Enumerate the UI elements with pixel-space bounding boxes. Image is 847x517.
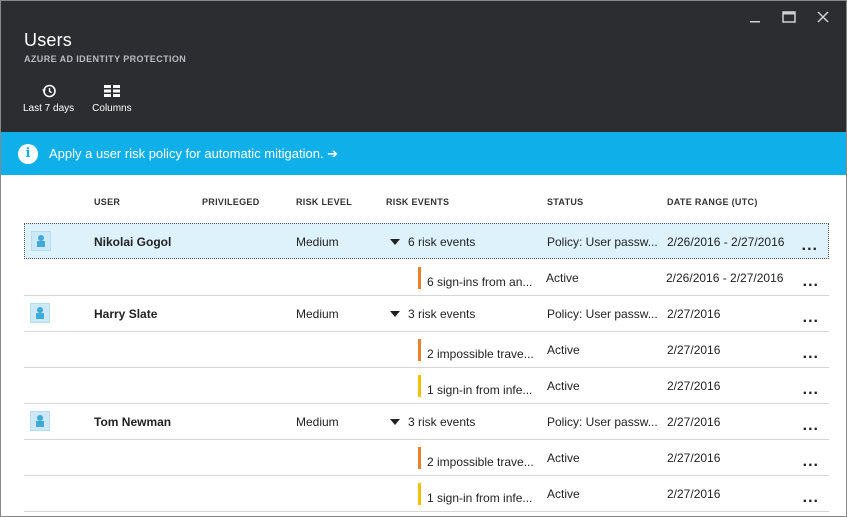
severity-bar: [418, 339, 421, 361]
status: Active: [547, 487, 580, 501]
user-name[interactable]: Tom Newman: [94, 404, 194, 440]
status: Active: [546, 271, 579, 285]
blade-header: Users AZURE AD IDENTITY PROTECTION Last …: [1, 1, 846, 132]
history-icon: [41, 83, 57, 99]
date-range: 2/26/2016 - 2/27/2016: [667, 235, 785, 249]
risk-event[interactable]: 1 sign-in from infe...: [418, 476, 540, 512]
policy-banner[interactable]: i Apply a user risk policy for automatic…: [1, 132, 846, 175]
user-avatar-icon: [31, 231, 51, 251]
users-blade: Users AZURE AD IDENTITY PROTECTION Last …: [0, 0, 847, 517]
more-options-button[interactable]: ...: [803, 368, 819, 404]
date-range: 2/27/2016: [667, 379, 721, 393]
risk-level: Medium: [296, 415, 339, 429]
status: Policy: User passw...: [547, 235, 658, 249]
risk-event-label: 6 sign-ins from an...: [427, 275, 533, 289]
time-range-label: Last 7 days: [23, 103, 75, 114]
grid-header: USER PRIVILEGED RISK LEVEL RISK EVENTS S…: [1, 197, 846, 211]
risk-event[interactable]: 6 sign-ins from an...: [418, 260, 540, 296]
banner-text: Apply a user risk policy for automatic m…: [49, 145, 339, 161]
status: Active: [547, 451, 580, 465]
risk-events-toggle[interactable]: 3 risk events: [390, 296, 540, 332]
column-header-status[interactable]: STATUS: [547, 197, 583, 207]
status: Policy: User passw...: [547, 307, 658, 321]
columns-label: Columns: [92, 103, 132, 114]
user-name[interactable]: Nikolai Gogol: [94, 224, 194, 260]
more-options-button[interactable]: ...: [803, 332, 819, 368]
info-icon: i: [18, 143, 38, 164]
risk-event-label: 1 sign-in from infe...: [427, 491, 533, 505]
minimize-icon: [750, 21, 760, 23]
column-header-privileged[interactable]: PRIVILEGED: [202, 197, 260, 207]
severity-bar: [418, 447, 421, 469]
risk-events-count: 3 risk events: [408, 415, 476, 429]
risk-events-count: 6 risk events: [408, 235, 476, 249]
date-range: 2/27/2016: [667, 487, 721, 501]
caret-down-icon: [390, 419, 400, 425]
risk-event-label: 2 impossible trave...: [427, 347, 534, 361]
column-header-user[interactable]: USER: [94, 197, 120, 207]
severity-bar: [418, 483, 421, 505]
column-header-date-range[interactable]: DATE RANGE (UTC): [667, 197, 758, 207]
table-row[interactable]: 2 impossible trave... Active 2/27/2016 .…: [24, 440, 829, 476]
minimize-button[interactable]: [738, 7, 772, 27]
caret-down-icon: [390, 311, 400, 317]
columns-button[interactable]: Columns: [90, 83, 133, 114]
columns-icon: [103, 83, 120, 99]
risk-event[interactable]: 2 impossible trave...: [418, 332, 540, 368]
window-controls: [738, 7, 840, 27]
close-button[interactable]: [806, 7, 840, 27]
date-range: 2/26/2016 - 2/27/2016: [666, 271, 784, 285]
risk-events-count: 3 risk events: [408, 307, 476, 321]
status: Active: [547, 343, 580, 357]
more-options-button[interactable]: ...: [802, 224, 818, 260]
more-options-button[interactable]: ...: [803, 260, 819, 296]
column-header-risk-level[interactable]: RISK LEVEL: [296, 197, 352, 207]
risk-level: Medium: [296, 235, 339, 249]
more-options-button[interactable]: ...: [803, 404, 819, 440]
date-range: 2/27/2016: [667, 415, 721, 429]
risk-event[interactable]: 1 sign-in from infe...: [418, 368, 540, 404]
maximize-icon: [782, 11, 796, 23]
risk-event[interactable]: 2 impossible trave...: [418, 440, 540, 476]
risk-events-toggle[interactable]: 6 risk events: [390, 224, 540, 260]
command-bar: Last 7 days Columns: [21, 83, 134, 114]
page-subtitle: AZURE AD IDENTITY PROTECTION: [24, 54, 187, 64]
more-options-button[interactable]: ...: [803, 476, 819, 512]
time-range-button[interactable]: Last 7 days: [21, 83, 76, 114]
date-range: 2/27/2016: [667, 307, 721, 321]
user-name[interactable]: Harry Slate: [94, 296, 194, 332]
severity-bar: [418, 375, 421, 397]
status: Active: [547, 379, 580, 393]
column-header-risk-events[interactable]: RISK EVENTS: [386, 197, 449, 207]
more-options-button[interactable]: ...: [803, 296, 819, 332]
page-title: Users: [24, 30, 73, 50]
table-row[interactable]: Harry Slate Medium 3 risk events Policy:…: [24, 296, 829, 332]
table-row[interactable]: 2 impossible trave... Active 2/27/2016 .…: [24, 332, 829, 368]
status: Policy: User passw...: [547, 415, 658, 429]
more-options-button[interactable]: ...: [803, 440, 819, 476]
date-range: 2/27/2016: [667, 343, 721, 357]
table-row[interactable]: 1 sign-in from infe... Active 2/27/2016 …: [24, 476, 829, 512]
maximize-button[interactable]: [772, 7, 806, 27]
risk-event-label: 2 impossible trave...: [427, 455, 534, 469]
risk-level: Medium: [296, 307, 339, 321]
table-row[interactable]: 1 sign-in from infe... Active 2/27/2016 …: [24, 368, 829, 404]
risk-event-label: 1 sign-in from infe...: [427, 383, 533, 397]
user-avatar-icon: [30, 411, 50, 431]
caret-down-icon: [390, 239, 400, 245]
severity-bar: [418, 267, 421, 289]
table-row[interactable]: Tom Newman Medium 3 risk events Policy: …: [24, 404, 829, 440]
user-avatar-icon: [30, 303, 50, 323]
date-range: 2/27/2016: [667, 451, 721, 465]
close-icon: [817, 11, 829, 23]
risk-events-toggle[interactable]: 3 risk events: [390, 404, 540, 440]
table-row[interactable]: Nikolai Gogol Medium 6 risk events Polic…: [24, 223, 829, 259]
table-row[interactable]: 6 sign-ins from an... Active 2/26/2016 -…: [24, 260, 829, 296]
